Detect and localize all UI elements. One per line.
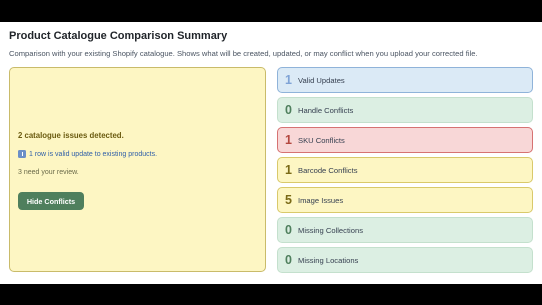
card-valid-updates[interactable]: 1 Valid Updates <box>277 67 533 93</box>
card-count: 1 <box>285 163 292 177</box>
card-count: 0 <box>285 253 292 267</box>
page-subtitle: Comparison with your existing Shopify ca… <box>9 49 478 58</box>
card-count: 0 <box>285 223 292 237</box>
comparison-summary-page: Product Catalogue Comparison Summary Com… <box>0 22 542 284</box>
card-barcode-conflicts[interactable]: 1 Barcode Conflicts <box>277 157 533 183</box>
card-count: 0 <box>285 103 292 117</box>
card-label: Image Issues <box>298 195 344 205</box>
card-label: Missing Collections <box>298 225 363 235</box>
card-handle-conflicts[interactable]: 0 Handle Conflicts <box>277 97 533 123</box>
card-missing-collections[interactable]: 0 Missing Collections <box>277 217 533 243</box>
card-label: Valid Updates <box>298 75 345 85</box>
valid-updates-text: 1 row is valid update to existing produc… <box>29 150 158 158</box>
review-note: 3 need your review. <box>18 169 79 176</box>
page-title: Product Catalogue Comparison Summary <box>9 30 228 42</box>
card-label: Missing Locations <box>298 255 359 265</box>
card-count: 1 <box>285 73 292 87</box>
card-count: 1 <box>285 133 292 147</box>
card-sku-conflicts[interactable]: 1 SKU Conflicts <box>277 127 533 153</box>
hide-conflicts-button[interactable]: Hide Conflicts <box>18 192 84 210</box>
card-label: SKU Conflicts <box>298 135 345 145</box>
valid-updates-note: 1 row is valid update to existing produc… <box>18 150 157 158</box>
card-missing-locations[interactable]: 0 Missing Locations <box>277 247 533 273</box>
issues-summary-panel: 2 catalogue issues detected. 1 row is va… <box>9 67 266 272</box>
card-label: Barcode Conflicts <box>298 165 358 175</box>
card-image-issues[interactable]: 5 Image Issues <box>277 187 533 213</box>
card-count: 5 <box>285 193 292 207</box>
card-label: Handle Conflicts <box>298 105 354 115</box>
issues-heading: 2 catalogue issues detected. <box>18 131 124 140</box>
info-icon <box>18 150 26 158</box>
